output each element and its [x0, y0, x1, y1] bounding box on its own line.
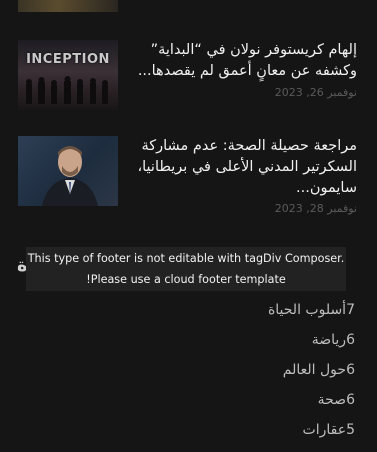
article-date: نوفمبر 28, 2023 [274, 202, 357, 215]
previous-article-thumbnail[interactable] [18, 0, 118, 12]
category-count: 6 [346, 362, 355, 378]
article-thumbnail-inception[interactable]: INCEPTION [18, 40, 118, 110]
article-title-line: وكشفه عن معانٍ أعمق لم يقصدها... [137, 63, 357, 79]
footer-notice: This type of footer is not editable with… [26, 247, 346, 291]
thumbnail-logo-text: INCEPTION [26, 52, 110, 67]
article-title-line: إلهام كريستوفر نولان في “البداية” [150, 42, 357, 58]
article-card-health: مراجعة حصيلة الصحة: عدم مشاركة السكرتير … [18, 136, 357, 226]
article-title-line: السكرتير المدني الأعلى في بريطانيا، [137, 159, 357, 175]
category-label: صحة [317, 392, 347, 408]
category-count: 7 [346, 302, 355, 318]
category-item-sports[interactable]: 6رياضة [312, 332, 355, 348]
category-item-health[interactable]: 6صحة [318, 392, 355, 408]
article-card-inception: INCEPTION إلهام كريستوفر نولان في “البدا… [18, 40, 357, 120]
article-date: نوفمبر 26, 2023 [274, 86, 357, 99]
category-item-real-estate[interactable]: 5عقارات [303, 422, 355, 438]
article-title[interactable]: إلهام كريستوفر نولان في “البداية” وكشفه … [138, 40, 357, 82]
category-item-lifestyle[interactable]: 7أسلوب الحياة [268, 302, 355, 318]
thumbnail-figures [26, 76, 108, 104]
portrait-figure [42, 146, 98, 206]
article-title-line: سايمون... [296, 180, 357, 196]
article-thumbnail-portrait[interactable] [18, 136, 118, 206]
category-label: أسلوب الحياة [267, 302, 347, 318]
category-count: 5 [346, 422, 355, 438]
category-item-world[interactable]: 6حول العالم [283, 362, 355, 378]
category-label: حول العالم [282, 362, 347, 378]
category-count: 6 [346, 392, 355, 408]
category-label: عقارات [302, 422, 347, 438]
article-title-line: مراجعة حصيلة الصحة: عدم مشاركة [141, 138, 357, 154]
footer-notice-line: This type of footer is not editable with… [27, 252, 345, 265]
category-label: رياضة [311, 332, 347, 348]
article-title[interactable]: مراجعة حصيلة الصحة: عدم مشاركة السكرتير … [137, 136, 357, 199]
category-count: 6 [346, 332, 355, 348]
footer-notice-line: Please use a cloud footer template! [86, 273, 286, 286]
